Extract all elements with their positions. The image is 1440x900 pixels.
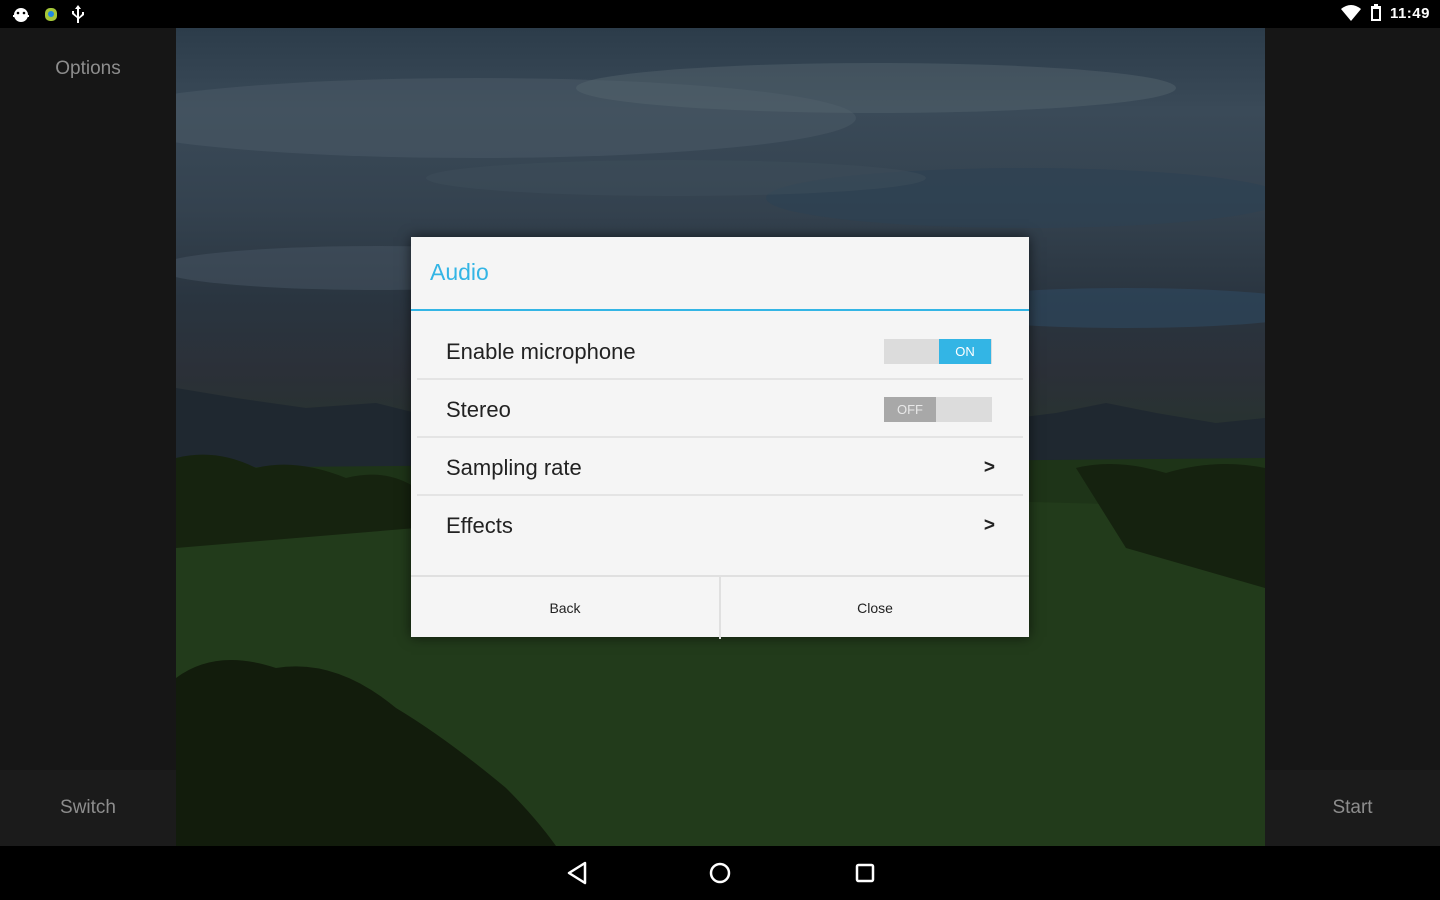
android-debug-icon bbox=[13, 8, 29, 22]
start-button[interactable]: Start bbox=[1265, 770, 1440, 846]
row-enable-microphone[interactable]: Enable microphone ON bbox=[411, 323, 1029, 380]
right-panel: Start bbox=[1265, 28, 1440, 846]
screen: 11:49 Options Switch Start Audio Enable … bbox=[0, 0, 1440, 900]
options-button[interactable]: Options bbox=[0, 58, 176, 80]
status-bar: 11:49 bbox=[0, 0, 1440, 28]
row-label: Enable microphone bbox=[446, 338, 636, 364]
left-panel: Options Switch bbox=[0, 28, 176, 846]
microphone-toggle[interactable]: ON bbox=[884, 339, 992, 364]
row-divider bbox=[417, 378, 1023, 380]
back-triangle-icon[interactable] bbox=[562, 859, 592, 887]
home-circle-icon[interactable] bbox=[705, 859, 735, 887]
toggle-state: OFF bbox=[884, 397, 936, 422]
status-left-icons bbox=[10, 4, 86, 24]
chevron-right-icon: > bbox=[983, 456, 995, 478]
close-button[interactable]: Close bbox=[719, 577, 1029, 639]
dialog-title: Audio bbox=[430, 259, 489, 285]
audio-dialog: Audio Enable microphone ON Stereo OFF Sa… bbox=[411, 237, 1029, 639]
row-divider bbox=[417, 436, 1023, 438]
row-divider bbox=[417, 494, 1023, 496]
status-time: 11:49 bbox=[1389, 4, 1430, 22]
wifi-icon bbox=[1340, 5, 1361, 21]
stereo-toggle[interactable]: OFF bbox=[884, 397, 992, 422]
title-divider bbox=[411, 309, 1029, 311]
switch-button[interactable]: Switch bbox=[0, 770, 176, 846]
android-robot-icon bbox=[45, 8, 57, 21]
chevron-right-icon: > bbox=[983, 514, 995, 536]
usb-icon bbox=[72, 5, 84, 23]
row-label: Sampling rate bbox=[446, 454, 582, 480]
row-sampling-rate[interactable]: Sampling rate > bbox=[411, 439, 1029, 496]
back-button[interactable]: Back bbox=[411, 577, 719, 639]
toggle-state: ON bbox=[939, 339, 991, 364]
navigation-bar bbox=[0, 846, 1440, 900]
recents-square-icon[interactable] bbox=[850, 859, 880, 887]
status-right-area: 11:49 bbox=[1340, 4, 1430, 22]
row-stereo[interactable]: Stereo OFF bbox=[411, 381, 1029, 438]
dialog-button-bar: Back Close bbox=[411, 575, 1029, 639]
row-label: Stereo bbox=[446, 396, 511, 422]
row-label: Effects bbox=[446, 512, 513, 538]
battery-icon bbox=[1370, 4, 1381, 21]
row-effects[interactable]: Effects > bbox=[411, 497, 1029, 554]
